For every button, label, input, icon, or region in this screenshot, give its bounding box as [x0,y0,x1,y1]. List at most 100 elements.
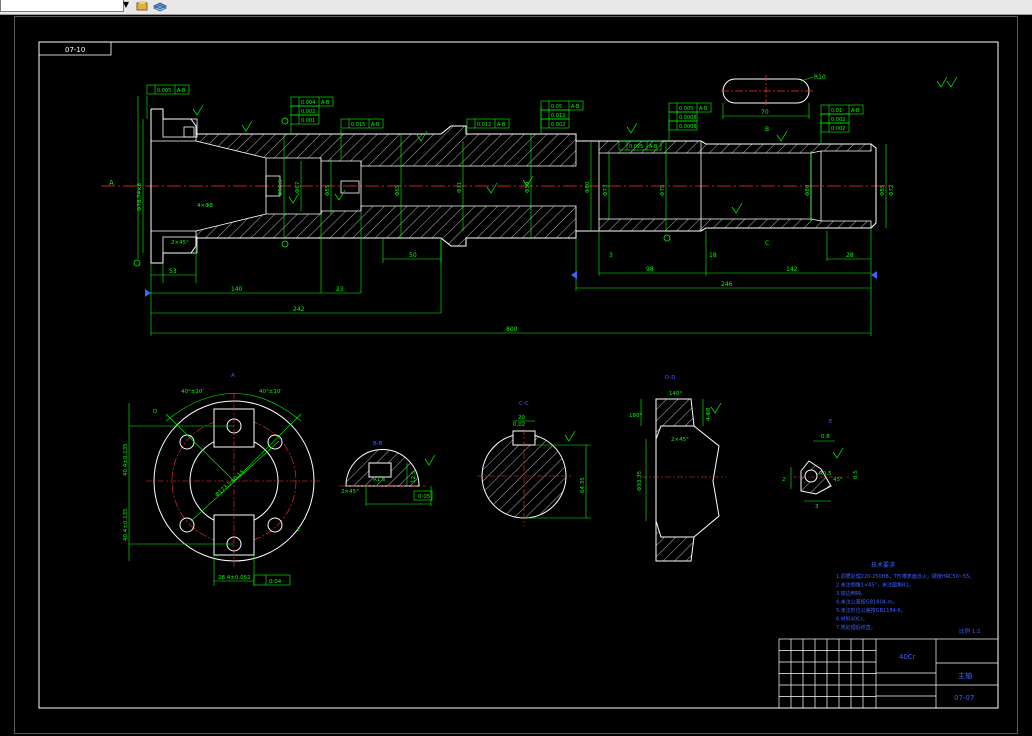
svg-text:C: C [765,240,769,247]
svg-text:Φ71: Φ71 [457,182,463,193]
drawing-viewport[interactable]: 07-10 70 R10 B C A 53 140 23 242 800 50 … [14,16,1018,734]
section-cc: C-C 20 64.35 0.02 [477,401,591,526]
roughness-mark [936,76,948,88]
svg-text:246: 246 [721,281,733,288]
svg-text:23: 23 [336,286,344,293]
roughness-mark [334,189,346,201]
svg-text:40°±10': 40°±10' [181,389,204,395]
svg-text:242: 242 [293,306,305,313]
gdt-datum: A-B [649,144,658,150]
svg-text:Φ59: Φ59 [525,181,531,193]
gdt-value: 0.0008 [679,115,697,121]
svg-text:Φ73: Φ73 [603,184,609,196]
svg-text:40.4±0.135: 40.4±0.135 [123,443,129,476]
technical-notes: 技术要求 1.调质处理220-250HB，T形槽表面淬火，硬度HRC50~55。… [836,561,981,635]
section-dd: D-D 140° 180° 2×45° Φ93.35 4-Φ8 [629,375,726,562]
gdt-value: 0.001 [301,118,315,124]
svg-text:Φ78.74×6: Φ78.74×6 [137,182,143,211]
svg-text:R10: R10 [814,74,826,81]
svg-text:E: E [297,527,301,533]
note-line: 3.锐边倒钝。 [836,590,866,597]
svg-text:Φ72: Φ72 [889,185,895,196]
roughness-mark [731,202,743,214]
note-line: 5.未注形位公差按GB1184-K。 [836,607,906,614]
layers-stack-icon[interactable] [152,0,168,12]
svg-text:0.05: 0.05 [418,494,431,500]
note-line: 4.未注公差按GB1804-m。 [836,599,897,606]
gdt-value: 0.005 [679,106,693,112]
svg-text:3: 3 [609,252,613,259]
svg-text:D-D: D-D [665,375,675,381]
gdt-value: A-B [571,104,580,110]
svg-text:53: 53 [169,268,177,275]
detail-e: E 0.8 R0.5 3 45° 0.5 2 [782,419,859,510]
flange-end-view: A 40°±10' 40°±10' Φ173.5±0.15 40.4±0.135… [123,373,322,586]
svg-text:B: B [765,126,769,133]
layer-combo[interactable] [0,0,124,12]
svg-text:Φ65: Φ65 [395,184,401,196]
svg-text:2×45°: 2×45° [671,437,689,443]
roughness-mark [241,120,253,132]
svg-text:比例 1:1: 比例 1:1 [959,627,981,635]
svg-text:0.04: 0.04 [269,579,282,585]
svg-text:0.8: 0.8 [821,434,830,440]
svg-text:Φ55: Φ55 [325,184,331,196]
notes-title: 技术要求 [871,561,895,569]
roughness-mark [288,192,300,204]
cad-drawing[interactable]: 07-10 70 R10 B C A 53 140 23 242 800 50 … [15,17,1017,733]
roughness-mark [564,430,576,442]
svg-text:142: 142 [786,266,798,273]
svg-text:28: 28 [846,252,854,259]
svg-text:0.5: 0.5 [853,470,859,479]
svg-text:3: 3 [815,504,819,510]
gdt-value: 0.01 [831,108,842,114]
svg-text:A: A [109,179,114,187]
gdt-tol: 0.005 [157,88,171,94]
svg-text:07-07: 07-07 [954,694,974,702]
svg-text:Φ173.5±0.15: Φ173.5±0.15 [214,469,246,499]
gdt-datum: A-B [371,122,380,128]
svg-text:Φ67: Φ67 [295,181,301,193]
svg-text:98: 98 [646,266,654,273]
roughness-mark [626,122,638,134]
gdt-value: 0.002 [831,117,845,123]
svg-text:D: D [153,409,157,415]
gdt-datum: A-B [497,122,506,128]
gdt-value: 0.05 [551,104,562,110]
svg-text:70: 70 [761,109,769,116]
gdt-value: 0.0008 [679,124,697,130]
gdt-value: 0.002 [551,122,565,128]
layer-icon[interactable] [134,0,150,12]
svg-text:18: 18 [709,252,717,259]
note-line: 1.调质处理220-250HB，T形槽表面淬火，硬度HRC50~55。 [836,573,974,580]
gdt-frame: 0.005 A-B [146,84,190,95]
svg-text:A: A [231,373,235,379]
svg-text:Φ93.35: Φ93.35 [637,470,643,491]
roughness-mark [710,402,722,414]
svg-text:50: 50 [409,252,417,259]
svg-text:R1.6: R1.6 [373,477,386,483]
gdt-datum: A-B [177,88,186,94]
svg-text:E: E [829,419,833,425]
svg-text:180°: 180° [629,413,642,419]
svg-text:Φ75: Φ75 [660,184,666,196]
main-shaft-view: 70 R10 B C A 53 140 23 242 800 50 3 98 1… [101,74,958,466]
svg-text:主轴: 主轴 [958,671,972,680]
svg-text:2×45°: 2×45° [171,240,189,246]
gdt-value: A-B [851,108,860,114]
section-bb: B-B R1.6 12.5 0.05 2×45° [339,441,433,506]
svg-text:28.4±0.052: 28.4±0.052 [218,575,251,581]
svg-text:Φ80: Φ80 [585,181,591,193]
svg-text:Φ85: Φ85 [880,184,886,196]
note-line: 7.热处理后校直。 [836,624,876,631]
gdt-frame: 0.004 A-B 0.002 0.001 [290,96,334,125]
chevron-down-icon[interactable]: ▼ [122,0,130,11]
svg-text:40.4±0.135: 40.4±0.135 [123,508,129,541]
svg-text:0.02: 0.02 [513,422,525,428]
svg-text:140: 140 [231,286,243,293]
svg-text:2: 2 [782,477,786,483]
gdt-tol: 0.012 [477,122,491,128]
roughness-mark [486,182,498,194]
svg-text:800: 800 [506,326,518,333]
svg-text:12.5: 12.5 [411,470,417,483]
